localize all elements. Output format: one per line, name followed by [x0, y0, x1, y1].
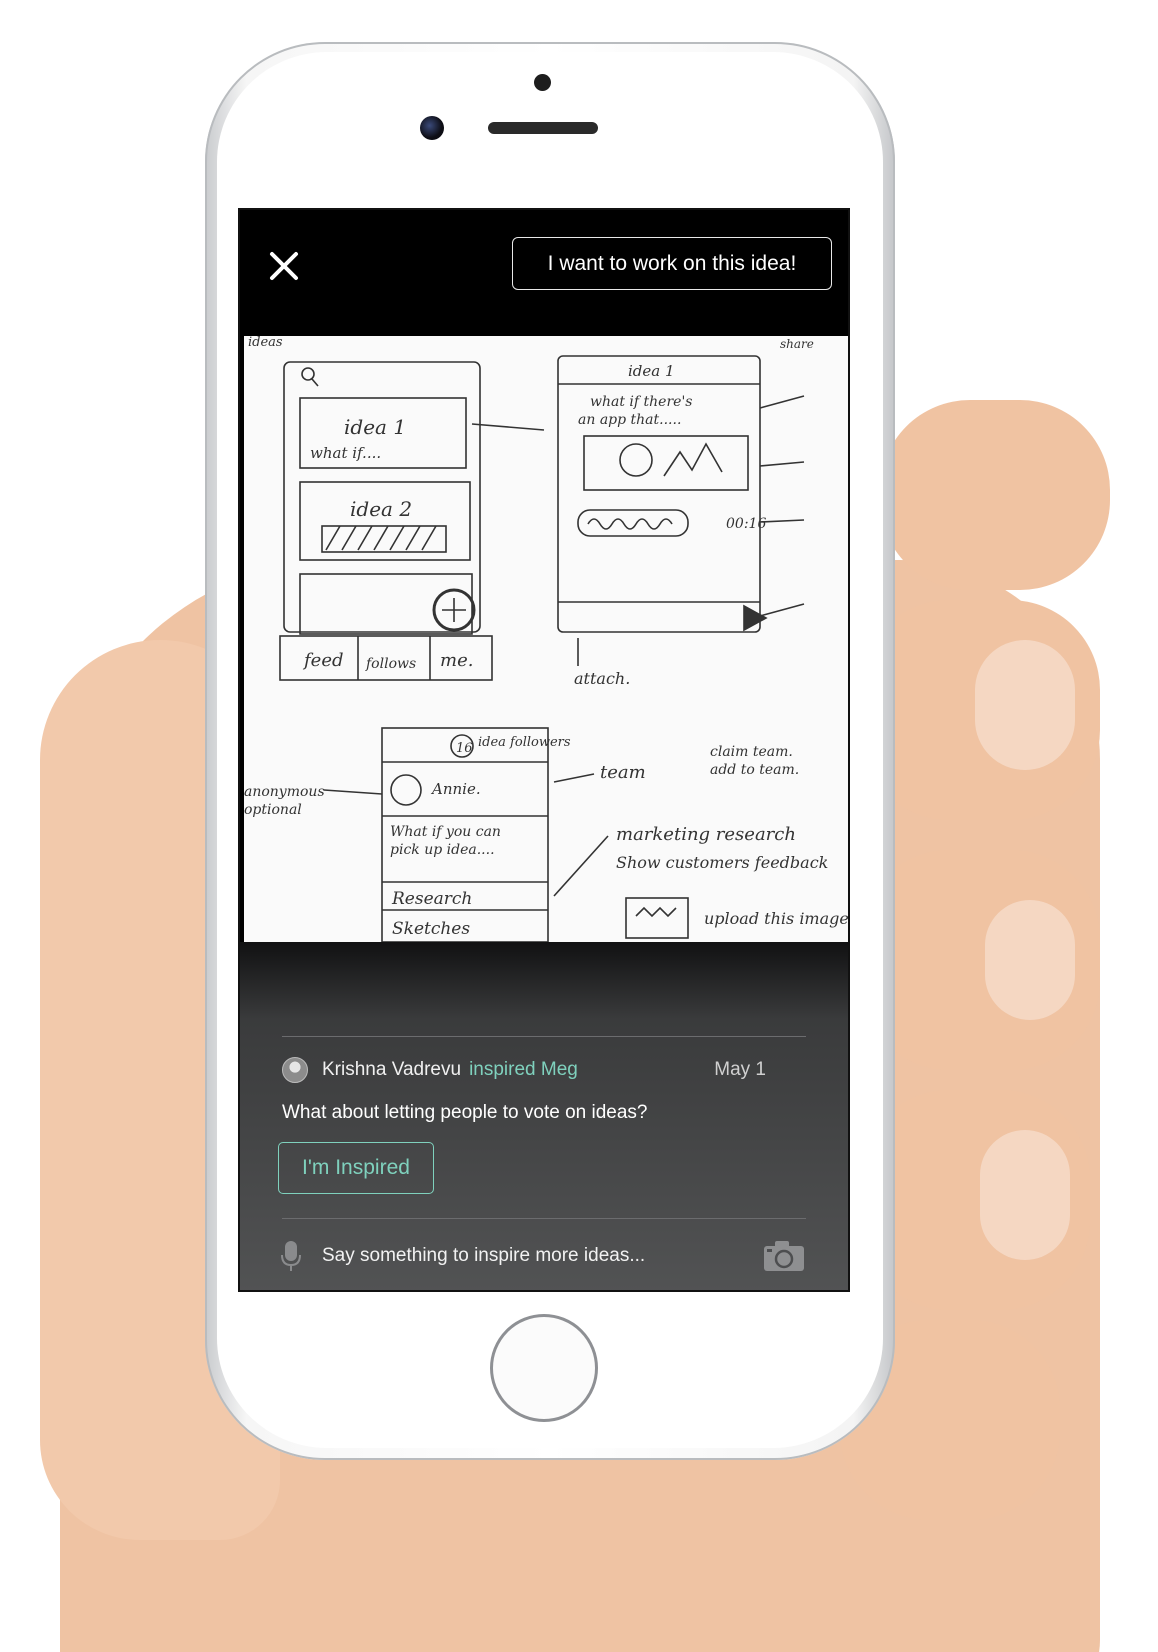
- fingernail: [985, 900, 1075, 1020]
- comment-header: Krishna Vadrevu inspired Meg May 1: [282, 1054, 806, 1086]
- close-icon: [270, 252, 298, 280]
- sketch-text: follows: [365, 656, 416, 672]
- comment-date: May 1: [714, 1059, 766, 1080]
- comment-action[interactable]: inspired Meg: [469, 1059, 578, 1081]
- sketch-drawing: ideas idea 1 what if.... idea 2 feed fol…: [244, 336, 848, 942]
- sketch-text: idea 1: [344, 415, 406, 439]
- comment-author[interactable]: Krishna Vadrevu: [322, 1059, 461, 1081]
- sketch-text: pick up idea....: [390, 842, 495, 858]
- sketch-text: Sketches: [392, 919, 470, 939]
- sketch-text: idea 2: [350, 497, 412, 521]
- sketch-text: 00:16: [726, 516, 766, 532]
- sketch-text: share: [780, 337, 814, 351]
- fingernail: [980, 1130, 1070, 1260]
- earpiece: [488, 122, 598, 134]
- close-button[interactable]: [262, 244, 306, 288]
- home-button[interactable]: [490, 1314, 598, 1422]
- sketch-text: add to team.: [710, 762, 799, 778]
- app-screen: I want to work on this idea! ideas idea …: [238, 208, 850, 1292]
- fingernail: [975, 640, 1075, 770]
- front-camera: [420, 116, 444, 140]
- sketch-text: team: [600, 762, 646, 783]
- proximity-sensor: [534, 74, 551, 91]
- composer: [280, 1236, 806, 1276]
- comment-text: What about letting people to vote on ide…: [282, 1102, 648, 1123]
- sketch-text: claim team.: [710, 744, 793, 760]
- sketch-text: 16: [456, 741, 473, 756]
- comment-panel: Krishna Vadrevu inspired Meg May 1 What …: [240, 942, 848, 1290]
- sketch-text: me.: [440, 650, 473, 671]
- sketch-text: Research: [391, 889, 472, 909]
- divider: [282, 1218, 806, 1219]
- sketch-text: What if you can: [390, 824, 501, 840]
- avatar-icon[interactable]: [282, 1057, 308, 1083]
- sketch-text: idea followers: [478, 735, 571, 750]
- divider: [282, 1036, 806, 1037]
- sketch-text: upload this image: [704, 909, 848, 928]
- im-inspired-button[interactable]: I'm Inspired: [278, 1142, 434, 1194]
- sketch-text: what if....: [310, 444, 381, 462]
- sketch-text: Show customers feedback: [616, 853, 828, 872]
- sketch-text: Annie.: [430, 780, 481, 798]
- sketch-text: ideas: [248, 336, 283, 350]
- mic-icon[interactable]: [280, 1239, 302, 1273]
- idea-sketch-image[interactable]: ideas idea 1 what if.... idea 2 feed fol…: [244, 336, 848, 942]
- sketch-text: anonymous: [244, 784, 325, 800]
- finger: [880, 400, 1110, 590]
- sketch-text: an app that.....: [578, 412, 681, 428]
- camera-icon[interactable]: [762, 1239, 806, 1273]
- sketch-text: optional: [244, 802, 302, 818]
- sketch-text: what if there's: [590, 394, 692, 410]
- sketch-text: marketing research: [616, 824, 796, 845]
- sketch-text: feed: [302, 650, 344, 671]
- comment-input[interactable]: [322, 1245, 762, 1267]
- sketch-text: attach.: [574, 669, 630, 688]
- top-bar: I want to work on this idea!: [240, 210, 848, 336]
- work-on-idea-button[interactable]: I want to work on this idea!: [512, 237, 832, 290]
- sketch-text: idea 1: [628, 362, 675, 380]
